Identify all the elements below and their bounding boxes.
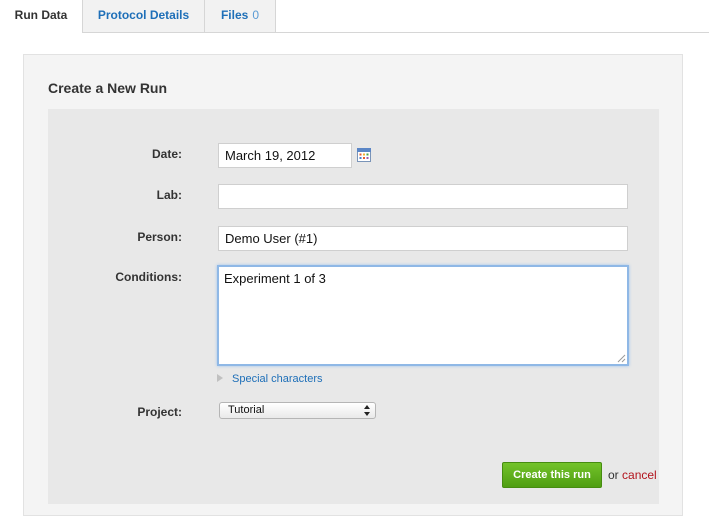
special-characters-toggle[interactable]: Special characters: [217, 373, 323, 385]
updown-arrows-icon: [364, 405, 370, 416]
project-selected-value: Tutorial: [228, 404, 265, 416]
panel-title: Create a New Run: [48, 80, 168, 96]
tab-run-data[interactable]: Run Data: [0, 0, 83, 33]
conditions-text: Experiment 1 of 3: [224, 271, 326, 286]
calendar-icon[interactable]: [357, 148, 371, 162]
resize-grip-icon[interactable]: [617, 354, 626, 363]
tab-files[interactable]: Files 0: [205, 0, 276, 32]
or-text: or: [608, 468, 619, 482]
project-select[interactable]: Tutorial: [219, 402, 376, 419]
run-form: Date: March 19, 2012 Lab: Person: Demo U…: [48, 109, 659, 504]
conditions-label: Conditions:: [115, 270, 182, 284]
date-label: Date:: [151, 147, 182, 161]
triangle-right-icon: [217, 374, 223, 382]
special-characters-label: Special characters: [232, 373, 323, 385]
create-run-button[interactable]: Create this run: [502, 462, 602, 488]
lab-label: Lab:: [156, 188, 182, 202]
tab-label: Files: [220, 8, 249, 22]
files-count: 0: [252, 8, 260, 22]
date-field[interactable]: March 19, 2012: [218, 143, 352, 168]
lab-field[interactable]: [218, 184, 628, 209]
person-field[interactable]: Demo User (#1): [218, 226, 628, 251]
tab-label: Protocol Details: [97, 8, 190, 22]
tab-label: Run Data: [14, 8, 68, 22]
tab-protocol-details[interactable]: Protocol Details: [83, 0, 205, 32]
conditions-textarea[interactable]: Experiment 1 of 3: [217, 265, 629, 366]
cancel-link[interactable]: cancel: [622, 468, 657, 482]
or-cancel: or cancel: [608, 468, 657, 482]
project-label: Project:: [137, 405, 182, 419]
person-label: Person:: [137, 230, 182, 244]
create-run-panel: Create a New Run Date: March 19, 2012 La…: [23, 54, 683, 516]
tab-bar: Run Data Protocol Details Files 0: [0, 0, 709, 33]
